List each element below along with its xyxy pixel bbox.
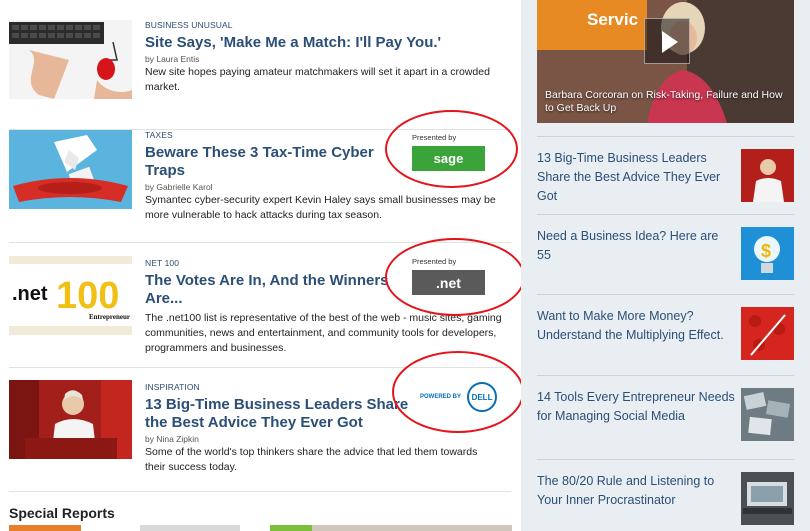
- sidebar-item-thumb[interactable]: [741, 307, 794, 360]
- sponsor-logo-text: sage: [433, 151, 464, 166]
- sidebar-item-title[interactable]: The 80/20 Rule and Listening to Your Inn…: [537, 472, 735, 510]
- sidebar: Servic Barbara Corcoran on Risk-Taking, …: [521, 0, 810, 531]
- sage-logo: sage: [412, 146, 485, 171]
- video-thumb-text: Servic: [587, 10, 638, 29]
- article-headline[interactable]: 13 Big-Time Business Leaders Share the B…: [145, 396, 415, 432]
- sponsor-label: POWERED BY: [420, 394, 462, 400]
- article-headline[interactable]: The Votes Are In, And the Winners Are...: [145, 272, 395, 308]
- article-meta: Business Unusual Site Says, 'Make Me a M…: [145, 20, 511, 95]
- svg-text:$: $: [761, 241, 771, 261]
- video-player[interactable]: Servic Barbara Corcoran on Risk-Taking, …: [537, 0, 794, 123]
- article-byline: by Laura Entis: [145, 54, 200, 64]
- dell-logo: DELL: [467, 382, 498, 412]
- special-report-thumb[interactable]: [140, 525, 240, 531]
- sponsor-badge[interactable]: Presented by sage: [412, 133, 502, 171]
- net-logo: .net: [412, 270, 485, 295]
- sidebar-item-title[interactable]: 14 Tools Every Entrepreneur Needs for Ma…: [537, 388, 735, 426]
- sidebar-item-thumb[interactable]: [741, 388, 794, 441]
- sidebar-item[interactable]: 14 Tools Every Entrepreneur Needs for Ma…: [537, 375, 794, 459]
- article-thumbnail[interactable]: .net 100 Entrepreneur: [9, 256, 132, 335]
- dell-logo-group: POWERED BY DELL: [420, 382, 500, 412]
- sidebar-item-title[interactable]: 13 Big-Time Business Leaders Share the B…: [537, 149, 735, 206]
- sidebar-item[interactable]: Want to Make More Money? Understand the …: [537, 294, 794, 375]
- sponsor-badge[interactable]: POWERED BY DELL: [420, 382, 500, 412]
- article-headline[interactable]: Site Says, 'Make Me a Match: I'll Pay Yo…: [145, 34, 511, 52]
- special-report-thumb[interactable]: [270, 525, 312, 531]
- article-thumbnail[interactable]: [9, 130, 132, 209]
- article-list: Business Unusual Site Says, 'Make Me a M…: [0, 0, 525, 531]
- article-byline: by Nina Zipkin: [145, 434, 199, 444]
- thumb-logo-100: 100: [56, 275, 119, 317]
- sponsor-logo-text: .net: [436, 274, 461, 291]
- sidebar-item[interactable]: Need a Business Idea? Here are 55 $: [537, 214, 794, 294]
- thumb-logo-entrepreneur: Entrepreneur: [89, 313, 130, 321]
- article-summary: The .net100 list is representative of th…: [145, 312, 502, 354]
- sponsor-label: Presented by: [412, 133, 457, 142]
- sponsor-badge[interactable]: Presented by .net: [412, 257, 502, 295]
- sidebar-item[interactable]: The 80/20 Rule and Listening to Your Inn…: [537, 459, 794, 531]
- special-report-thumb[interactable]: [9, 525, 81, 531]
- article-headline[interactable]: Beware These 3 Tax-Time Cyber Traps: [145, 144, 390, 180]
- article-item: Business Unusual Site Says, 'Make Me a M…: [9, 20, 511, 130]
- sidebar-item-title[interactable]: Want to Make More Money? Understand the …: [537, 307, 735, 345]
- thumb-logo-net: .net: [12, 283, 48, 305]
- sponsor-logo-text: DELL: [471, 392, 493, 402]
- play-icon[interactable]: [644, 18, 690, 64]
- sidebar-item-thumb[interactable]: [741, 149, 794, 202]
- special-reports-heading: Special Reports: [9, 505, 115, 521]
- article-thumbnail[interactable]: [9, 380, 132, 459]
- article-byline: by Gabrielle Karol: [145, 182, 213, 192]
- sidebar-item[interactable]: 13 Big-Time Business Leaders Share the B…: [537, 136, 794, 214]
- article-thumbnail[interactable]: [9, 20, 132, 99]
- sidebar-item-thumb[interactable]: [741, 472, 794, 525]
- article-summary: Symantec cyber-security expert Kevin Hal…: [145, 194, 496, 221]
- sponsor-label: Presented by: [412, 257, 457, 266]
- article-category[interactable]: Business Unusual: [145, 20, 511, 30]
- special-report-thumb[interactable]: [312, 525, 512, 531]
- sidebar-item-title[interactable]: Need a Business Idea? Here are 55: [537, 227, 735, 265]
- article-summary: Some of the world's top thinkers share t…: [145, 446, 478, 473]
- sidebar-item-thumb[interactable]: $: [741, 227, 794, 280]
- video-caption[interactable]: Barbara Corcoran on Risk-Taking, Failure…: [545, 89, 788, 115]
- article-summary: New site hopes paying amateur matchmaker…: [145, 66, 490, 93]
